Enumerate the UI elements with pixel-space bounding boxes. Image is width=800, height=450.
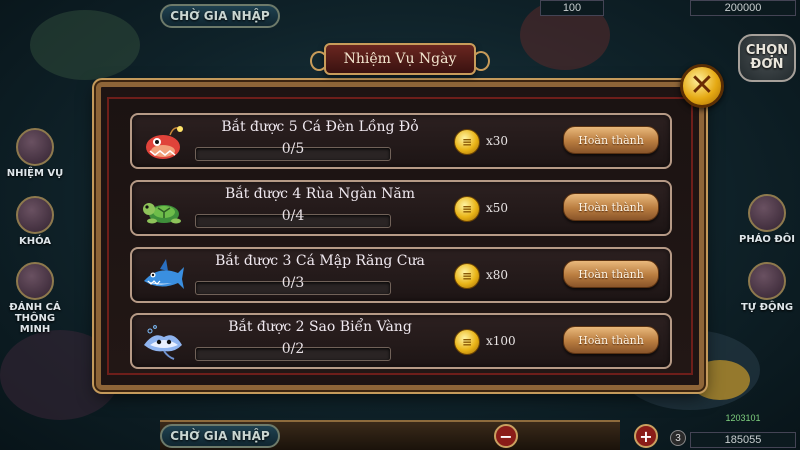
mission-progress-text: 0/4 — [281, 208, 305, 224]
auto-icon — [748, 262, 786, 300]
side-button-lock[interactable]: KHÓA — [4, 196, 66, 247]
side-button-missions-label: NHIỆM VỤ — [6, 168, 64, 179]
side-button-double-cannon[interactable]: PHÁO ĐÔI — [736, 194, 798, 245]
turtle-icon — [143, 203, 181, 224]
mission-progress-text: 0/5 — [281, 141, 305, 157]
join-seat-bottom-button[interactable]: CHỜ GIA NHẬP — [160, 424, 280, 448]
complete-mission-button[interactable]: Hoàn thành — [563, 193, 659, 221]
top-right-seat-score: 200000 — [690, 0, 796, 16]
dialog-title-text: Nhiệm Vụ Ngày — [343, 51, 457, 67]
dialog-title: Nhiệm Vụ Ngày — [310, 43, 490, 75]
select-room-label-2: ĐƠN — [750, 57, 784, 72]
select-room-button[interactable]: CHỌN ĐƠN — [738, 34, 796, 82]
manta-ray-icon — [144, 325, 182, 360]
gold-coin-icon: ≡ — [454, 196, 480, 222]
side-button-smart-fishing[interactable]: ĐÁNH CÁ THÔNG MINH — [4, 262, 66, 335]
complete-mission-button[interactable]: Hoàn thành — [563, 260, 659, 288]
select-room-label-1: CHỌN — [745, 43, 789, 58]
side-button-lock-label: KHÓA — [18, 236, 52, 247]
mission-reward: x50 — [486, 201, 509, 215]
red-lantern-fish-icon — [146, 126, 183, 159]
mission-row: Bắt được 3 Cá Mập Răng Cưa 0/3 ≡ x80 Hoà… — [130, 247, 672, 303]
mission-title: Bắt được 4 Rùa Ngàn Năm — [224, 186, 416, 202]
ai-icon — [16, 262, 54, 300]
join-seat-top-button[interactable]: CHỜ GIA NHẬP — [160, 4, 280, 28]
mission-row: Bắt được 5 Cá Đèn Lồng Đỏ 0/5 ≡ x30 Hoàn… — [130, 113, 672, 169]
mission-progress-text: 0/3 — [281, 275, 305, 291]
mission-title: Bắt được 2 Sao Biển Vàng — [228, 319, 412, 335]
mission-title: Bắt được 5 Cá Đèn Lồng Đỏ — [221, 119, 419, 135]
bottom-seat-score-top: 1203101 — [725, 413, 761, 423]
cannon-level-badge: 3 — [670, 430, 686, 446]
side-button-auto[interactable]: TỰ ĐỘNG — [736, 262, 798, 313]
double-cannon-icon — [748, 194, 786, 232]
side-button-smart-fishing-label: ĐÁNH CÁ THÔNG MINH — [9, 302, 61, 335]
side-button-missions[interactable]: NHIỆM VỤ — [4, 128, 66, 179]
mission-title: Bắt được 3 Cá Mập Răng Cưa — [215, 253, 425, 269]
bottom-seat-score: 185055 — [690, 432, 796, 448]
missions-icon — [16, 128, 54, 166]
side-button-double-cannon-label: PHÁO ĐÔI — [738, 234, 796, 245]
shark-icon — [144, 259, 184, 289]
side-button-auto-label: TỰ ĐỘNG — [740, 302, 794, 313]
complete-mission-button[interactable]: Hoàn thành — [563, 126, 659, 154]
complete-mission-button[interactable]: Hoàn thành — [563, 326, 659, 354]
gold-coin-icon: ≡ — [454, 329, 480, 355]
mission-reward: x100 — [486, 334, 516, 348]
mission-reward: x30 — [486, 134, 509, 148]
crosshair-icon — [16, 196, 54, 234]
close-icon: ✕ — [689, 68, 715, 103]
top-left-seat-score: 100 — [540, 0, 604, 16]
mission-progress-text: 0/2 — [281, 341, 305, 357]
gold-coin-icon: ≡ — [454, 129, 480, 155]
mission-row: Bắt được 4 Rùa Ngàn Năm 0/4 ≡ x50 Hoàn t… — [130, 180, 672, 236]
mission-row: Bắt được 2 Sao Biển Vàng 0/2 ≡ x100 Hoàn… — [130, 313, 672, 369]
decrease-bet-button[interactable]: − — [494, 424, 518, 448]
close-button[interactable]: ✕ — [680, 64, 724, 108]
gold-coin-icon: ≡ — [454, 263, 480, 289]
increase-bet-button[interactable]: + — [634, 424, 658, 448]
mission-reward: x80 — [486, 268, 509, 282]
